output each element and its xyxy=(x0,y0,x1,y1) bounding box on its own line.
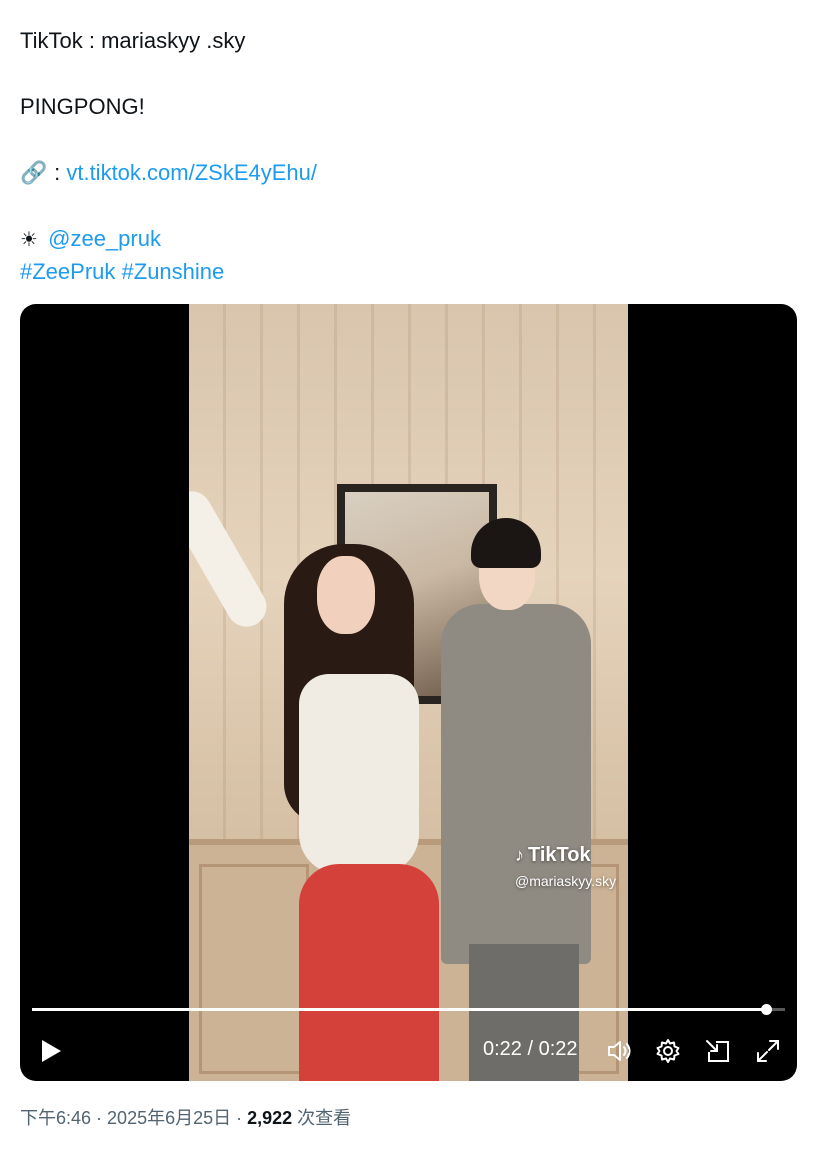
tiktok-logo-icon: ♪ xyxy=(515,845,524,865)
hashtag-zeepruk[interactable]: #ZeePruk xyxy=(20,259,115,284)
tiktok-watermark: ♪ TikTok @mariaskyy.sky xyxy=(515,844,616,889)
play-button[interactable] xyxy=(38,1037,64,1065)
gear-icon xyxy=(656,1039,680,1063)
tweet-line-tiktok: TikTok : mariaskyy .sky xyxy=(20,28,246,53)
watermark-username: @mariaskyy.sky xyxy=(515,873,617,889)
views-label: 次查看 xyxy=(292,1108,352,1128)
woman-red-tights xyxy=(299,864,439,1081)
mention-link[interactable]: @zee_pruk xyxy=(48,226,161,251)
watermark-brand: TikTok xyxy=(528,844,591,866)
tweet-meta: 下午6:46 · 2025年6月25日 · 2,922 次查看 xyxy=(20,1104,351,1130)
hashtag-zunshine[interactable]: #Zunshine xyxy=(122,259,225,284)
settings-button[interactable] xyxy=(654,1037,682,1065)
sun-icon: ☀ xyxy=(20,229,38,251)
tweet-line-mention: ☀ @zee_pruk xyxy=(20,222,800,255)
tweet-line-hashtags: #ZeePruk #Zunshine xyxy=(20,255,800,288)
pip-button[interactable] xyxy=(704,1037,732,1065)
progress-fill xyxy=(32,1008,767,1011)
meta-separator: · xyxy=(231,1108,248,1128)
tweet-line-link: 🔗 : vt.tiktok.com/ZSkE4yEhu/ xyxy=(20,156,800,189)
video-player[interactable]: ♪ TikTok @mariaskyy.sky 0:22 / 0:22 xyxy=(20,304,797,1081)
link-prefix: : xyxy=(48,160,67,185)
fullscreen-icon xyxy=(757,1040,779,1062)
meta-separator: · xyxy=(91,1108,108,1128)
wall-panel xyxy=(199,864,309,1074)
man-grey-suit xyxy=(441,604,591,964)
volume-icon xyxy=(608,1041,631,1061)
progress-bar[interactable] xyxy=(32,1004,785,1015)
time-display: 0:22 / 0:22 xyxy=(483,1038,578,1060)
progress-scrubber[interactable] xyxy=(761,1004,773,1015)
video-frame[interactable]: ♪ TikTok @mariaskyy.sky xyxy=(189,304,628,1081)
play-icon xyxy=(42,1040,61,1062)
tweet-time[interactable]: 下午6:46 xyxy=(20,1108,91,1128)
woman-face xyxy=(317,556,375,634)
picture-in-picture-icon xyxy=(706,1040,729,1062)
tiktok-link[interactable]: vt.tiktok.com/ZSkE4yEhu/ xyxy=(66,160,317,185)
fullscreen-button[interactable] xyxy=(754,1037,782,1065)
link-icon: 🔗 xyxy=(20,160,48,185)
volume-button[interactable] xyxy=(605,1037,633,1065)
tweet-line-pingpong: PINGPONG! xyxy=(20,94,145,119)
tweet-date[interactable]: 2025年6月25日 xyxy=(107,1108,231,1128)
tweet-text: TikTok : mariaskyy .sky PINGPONG! 🔗 : vt… xyxy=(20,24,800,288)
woman-lace-top xyxy=(299,674,419,874)
view-count: 2,922 xyxy=(247,1108,293,1128)
